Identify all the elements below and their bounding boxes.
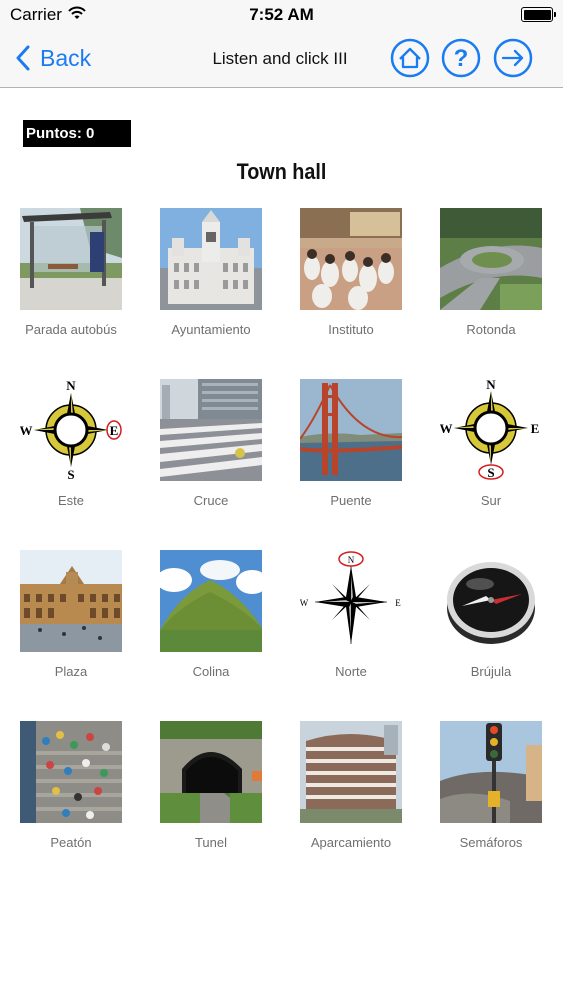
- parking-garage-photo: [300, 721, 402, 823]
- clock: 7:52 AM: [249, 5, 314, 24]
- tile-label: Ayuntamiento: [171, 322, 251, 337]
- arrow-right-icon[interactable]: [493, 38, 533, 78]
- tile-label: Tunel: [194, 835, 228, 850]
- compass-photo: [440, 550, 542, 652]
- tile-label: Plaza: [54, 664, 88, 679]
- pedestrians-photo: [20, 721, 122, 823]
- roundabout-photo: [440, 208, 542, 310]
- svg-text:W: W: [300, 598, 309, 608]
- tile-label: Instituto: [328, 322, 374, 337]
- tile-label: Brújula: [470, 664, 512, 679]
- navigation-bar: Back Listen and click III ?: [0, 30, 563, 88]
- tile-label: Este: [57, 493, 84, 508]
- hill-photo: [160, 550, 262, 652]
- tile-label: Peatón: [50, 835, 92, 850]
- screen: Carrier 7:52 AM Back Listen and click II…: [0, 0, 563, 1000]
- tunnel-photo: [160, 721, 262, 823]
- page-title: Listen and click III: [212, 49, 348, 68]
- svg-text:?: ?: [454, 45, 469, 72]
- school-photo: [300, 208, 402, 310]
- home-icon[interactable]: [390, 38, 430, 78]
- status-bar: Carrier 7:52 AM: [0, 0, 563, 30]
- plaza-photo: [20, 550, 122, 652]
- tile-label: Colina: [192, 664, 230, 679]
- svg-text:N: N: [348, 555, 355, 565]
- battery-icon: [521, 7, 556, 22]
- svg-text:E: E: [531, 421, 540, 436]
- traffic-light-photo: [440, 721, 542, 823]
- help-icon[interactable]: ?: [441, 38, 481, 78]
- compass-rose-north-photo: N W E: [300, 550, 402, 652]
- svg-text:N: N: [66, 379, 76, 393]
- compass-rose-east-photo: N S W E: [20, 379, 122, 481]
- svg-text:E: E: [110, 423, 119, 438]
- svg-text:E: E: [395, 598, 401, 608]
- svg-text:N: N: [486, 379, 496, 392]
- town-hall-photo: [160, 208, 262, 310]
- score-badge: Puntos: 0: [23, 120, 131, 147]
- tile-label: Aparcamiento: [310, 835, 392, 850]
- svg-text:S: S: [67, 467, 74, 481]
- bus-stop-photo: [20, 208, 122, 310]
- bridge-photo: [300, 379, 402, 481]
- tile-label: Parada autobús: [25, 322, 117, 337]
- svg-text:S: S: [487, 465, 494, 480]
- tile-label: Sur: [480, 493, 502, 508]
- target-word: Town hall: [236, 159, 327, 184]
- back-label: Back: [40, 44, 92, 71]
- chevron-left-icon: [16, 45, 30, 71]
- tile-label: Rotonda: [466, 322, 516, 337]
- tile-label: Norte: [335, 664, 367, 679]
- svg-text:W: W: [440, 421, 453, 436]
- tile-label: Puente: [330, 493, 372, 508]
- svg-text:W: W: [20, 423, 33, 438]
- tile-label: Cruce: [193, 493, 229, 508]
- tile-label: Semáforos: [459, 835, 523, 850]
- back-button[interactable]: Back: [16, 42, 91, 74]
- compass-rose-south-photo: N S W E: [440, 379, 542, 481]
- crosswalk-photo: [160, 379, 262, 481]
